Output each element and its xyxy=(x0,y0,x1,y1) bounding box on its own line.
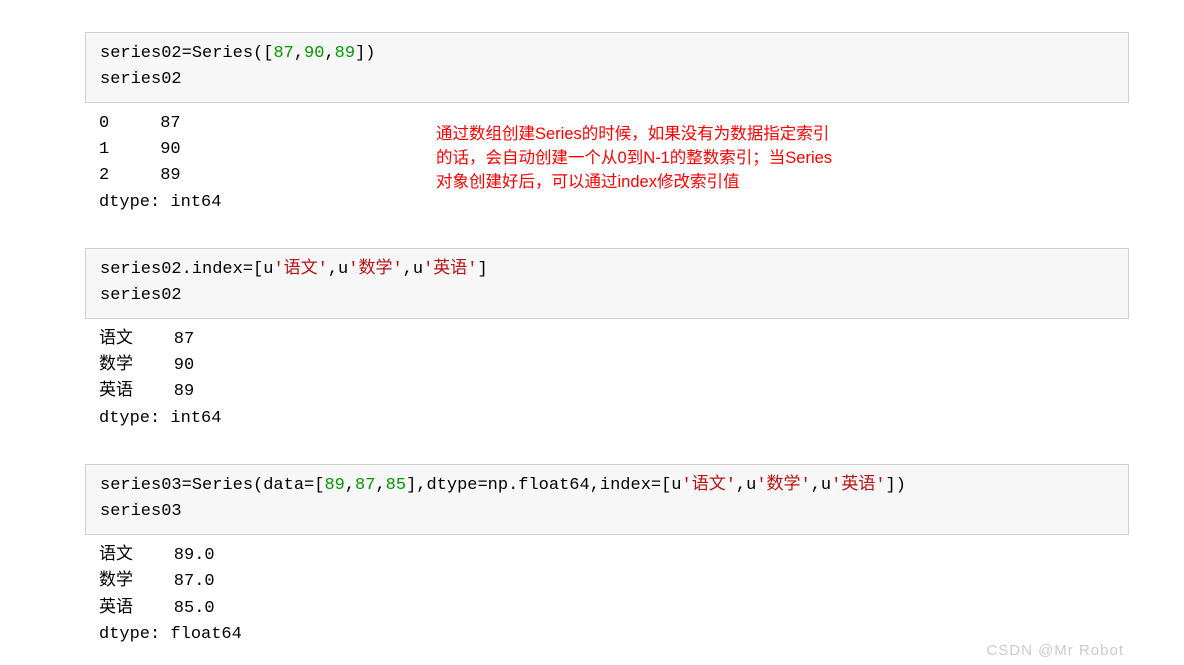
annotation-line1: 通过数组创建Series的时候，如果没有为数据指定索引 xyxy=(436,125,829,143)
code-text: , xyxy=(375,476,385,495)
code-text: , xyxy=(345,476,355,495)
code-text: series03 xyxy=(100,502,182,521)
code-text: , xyxy=(294,44,304,63)
code-string: '数学' xyxy=(348,260,402,279)
code-text: series02 xyxy=(100,70,182,89)
code-number: 85 xyxy=(386,476,406,495)
code-number: 87 xyxy=(273,44,293,63)
code-number: 90 xyxy=(304,44,324,63)
code-text: ]) xyxy=(355,44,375,63)
code-text: ] xyxy=(477,260,487,279)
cell-3-output: 语文 89.0 数学 87.0 英语 85.0 dtype: float64 xyxy=(85,535,1129,662)
cell-3: series03=Series(data=[89,87,85],dtype=np… xyxy=(85,464,1129,662)
cell-2-code: series02.index=[u'语文',u'数学',u'英语'] serie… xyxy=(85,248,1129,319)
code-text: , xyxy=(324,44,334,63)
code-text: ,u xyxy=(328,260,348,279)
code-text: series02.index=[u xyxy=(100,260,273,279)
code-text: series02 xyxy=(100,286,182,305)
code-text: ,u xyxy=(811,476,831,495)
code-text: ],dtype=np.float64,index=[u xyxy=(406,476,681,495)
watermark-text: CSDN @Mr Robot xyxy=(986,642,1124,659)
code-text: ,u xyxy=(403,260,423,279)
cell-2-output: 语文 87 数学 90 英语 89 dtype: int64 xyxy=(85,319,1129,446)
code-text: series03=Series(data=[ xyxy=(100,476,324,495)
cell-3-code: series03=Series(data=[89,87,85],dtype=np… xyxy=(85,464,1129,535)
code-string: '语文' xyxy=(682,476,736,495)
code-text: ,u xyxy=(736,476,756,495)
code-string: '语文' xyxy=(273,260,327,279)
code-number: 89 xyxy=(335,44,355,63)
code-number: 87 xyxy=(355,476,375,495)
cell-2: series02.index=[u'语文',u'数学',u'英语'] serie… xyxy=(85,248,1129,446)
annotation-text: 通过数组创建Series的时候，如果没有为数据指定索引 的话，会自动创建一个从0… xyxy=(436,123,832,195)
code-string: '数学' xyxy=(756,476,810,495)
cell-1-code: series02=Series([87,90,89]) series02 xyxy=(85,32,1129,103)
code-string: '英语' xyxy=(831,476,885,495)
annotation-line3: 对象创建好后，可以通过index修改索引值 xyxy=(436,173,739,191)
code-text: series02=Series([ xyxy=(100,44,273,63)
code-string: '英语' xyxy=(423,260,477,279)
annotation-line2: 的话，会自动创建一个从0到N-1的整数索引；当Series xyxy=(436,149,832,167)
code-text: ]) xyxy=(886,476,906,495)
code-number: 89 xyxy=(324,476,344,495)
